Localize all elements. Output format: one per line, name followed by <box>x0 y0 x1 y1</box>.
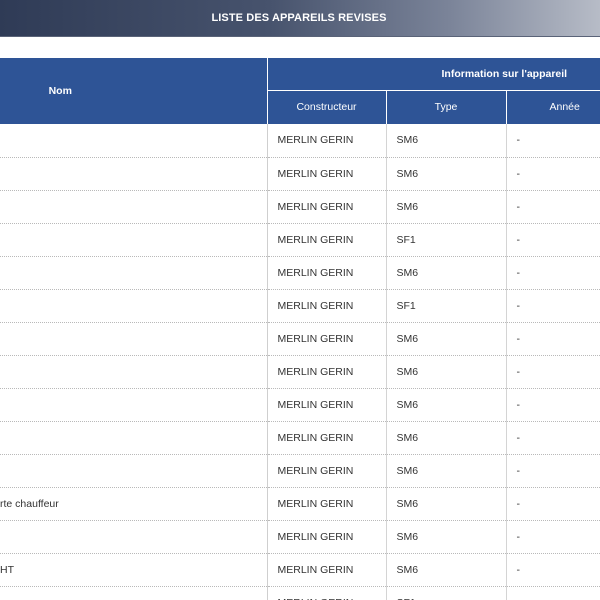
cell-constructeur: MERLIN GERIN <box>267 388 387 422</box>
cell-nom <box>0 289 268 323</box>
cell-constructeur: MERLIN GERIN <box>267 157 387 191</box>
cell-type: SF1 <box>386 223 507 257</box>
table-container: Nom Information sur l'appareil Construct… <box>0 58 600 600</box>
table-row: MERLIN GERIN SM6- <box>0 454 600 488</box>
cell-type: SM6 <box>386 421 507 455</box>
cell-annee: - <box>506 520 600 554</box>
cell-nom <box>0 322 268 356</box>
column-header-constructeur: Constructeur <box>267 90 387 124</box>
cell-nom <box>0 421 268 455</box>
cell-type: SF1 <box>386 289 507 323</box>
cell-constructeur: MERLIN GERIN <box>267 190 387 224</box>
cell-type: SM6 <box>386 520 507 554</box>
table-header: Nom Information sur l'appareil Construct… <box>0 58 600 124</box>
table-row: MERLIN GERIN SM6- <box>0 157 600 191</box>
cell-type: SM6 <box>386 157 507 191</box>
table-row: MERLIN GERIN SM6- <box>0 322 600 356</box>
cell-type: SM6 <box>386 388 507 422</box>
cell-annee: - <box>506 553 600 587</box>
cell-annee <box>506 586 600 600</box>
cell-constructeur: MERLIN GERIN <box>267 124 387 158</box>
table-row: HT MERLIN GERIN SM6- <box>0 553 600 587</box>
cell-annee: - <box>506 388 600 422</box>
cell-constructeur: MERLIN GERIN <box>267 586 387 600</box>
cell-nom <box>0 520 268 554</box>
cell-type: SM6 <box>386 487 507 521</box>
cell-type: SM6 <box>386 454 507 488</box>
page: LISTE DES APPAREILS REVISES Nom Informat… <box>0 0 600 600</box>
column-header-annee: Année <box>506 90 600 124</box>
table-row: MERLIN GERIN SM6- <box>0 355 600 389</box>
table-row: MERLIN GERIN SM6- <box>0 124 600 158</box>
cell-constructeur: MERLIN GERIN <box>267 289 387 323</box>
cell-nom <box>0 454 268 488</box>
cell-annee: - <box>506 454 600 488</box>
page-title: LISTE DES APPAREILS REVISES <box>211 12 387 24</box>
column-header-nom: Nom <box>0 58 268 124</box>
cell-constructeur: MERLIN GERIN <box>267 223 387 257</box>
cell-annee: - <box>506 256 600 290</box>
cell-nom <box>0 124 268 158</box>
cell-constructeur: MERLIN GERIN <box>267 487 387 521</box>
cell-constructeur: MERLIN GERIN <box>267 322 387 356</box>
column-group-header: Information sur l'appareil <box>267 58 600 91</box>
cell-type: SM6 <box>386 124 507 158</box>
table-row: MERLIN GERIN SM6- <box>0 256 600 290</box>
table-row: MERLIN GERIN SM6- <box>0 190 600 224</box>
table-row: MERLIN GERIN SM6- <box>0 388 600 422</box>
column-header-type: Type <box>386 90 507 124</box>
cell-annee: - <box>506 322 600 356</box>
cell-annee: - <box>506 289 600 323</box>
cell-annee: - <box>506 355 600 389</box>
cell-constructeur: MERLIN GERIN <box>267 454 387 488</box>
cell-type: SM6 <box>386 355 507 389</box>
cell-constructeur: MERLIN GERIN <box>267 553 387 587</box>
cell-annee: - <box>506 223 600 257</box>
cell-type: SM6 <box>386 256 507 290</box>
cell-constructeur: MERLIN GERIN <box>267 520 387 554</box>
cell-nom <box>0 586 268 600</box>
cell-type: SM6 <box>386 322 507 356</box>
cell-type: SF1 <box>386 586 507 600</box>
title-bar: LISTE DES APPAREILS REVISES <box>0 0 600 37</box>
cell-nom <box>0 190 268 224</box>
table-body: MERLIN GERIN SM6- MERLIN GERIN SM6- MERLIN G… <box>0 124 600 600</box>
cell-constructeur: MERLIN GERIN <box>267 421 387 455</box>
cell-annee: - <box>506 190 600 224</box>
cell-type: SM6 <box>386 190 507 224</box>
devices-table: Nom Information sur l'appareil Construct… <box>0 58 600 600</box>
cell-annee: - <box>506 124 600 158</box>
cell-annee: - <box>506 487 600 521</box>
cell-nom: rte chauffeur <box>0 487 268 521</box>
table-row: MERLIN GERINSF1 <box>0 586 600 600</box>
cell-nom <box>0 223 268 257</box>
cell-nom <box>0 157 268 191</box>
table-row: rte chauffeur MERLIN GERIN SM6- <box>0 487 600 521</box>
cell-nom <box>0 355 268 389</box>
cell-constructeur: MERLIN GERIN <box>267 355 387 389</box>
table-row: MERLIN GERIN SM6- <box>0 421 600 455</box>
cell-annee: - <box>506 157 600 191</box>
table-row: MERLIN GERIN SM6- <box>0 520 600 554</box>
cell-nom <box>0 388 268 422</box>
cell-nom <box>0 256 268 290</box>
table-row: MERLIN GERIN SF1- <box>0 223 600 257</box>
cell-nom: HT <box>0 553 268 587</box>
cell-constructeur: MERLIN GERIN <box>267 256 387 290</box>
cell-annee: - <box>506 421 600 455</box>
table-row: MERLIN GERIN SF1- <box>0 289 600 323</box>
cell-type: SM6 <box>386 553 507 587</box>
